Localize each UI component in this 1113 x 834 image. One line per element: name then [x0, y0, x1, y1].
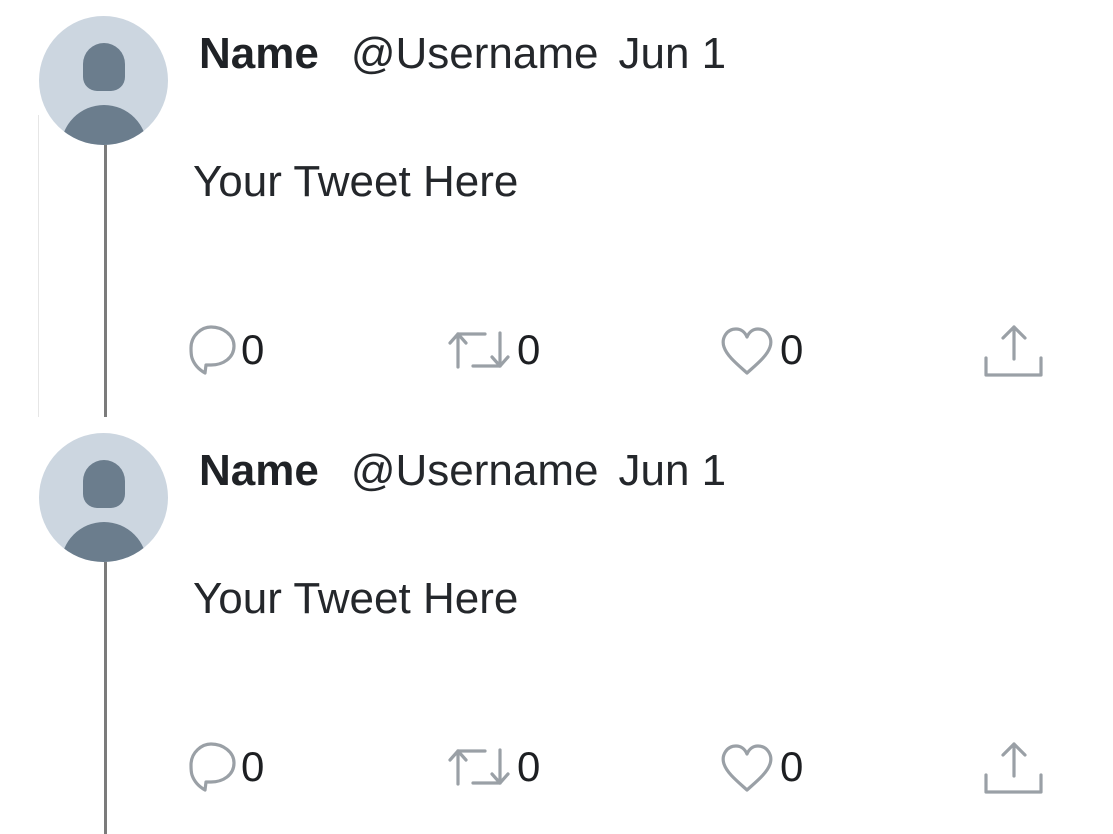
heart-icon — [716, 738, 778, 796]
share-icon — [983, 319, 1045, 381]
retweet-count: 0 — [517, 743, 541, 790]
avatar-body-icon — [61, 522, 147, 562]
avatar-head-icon — [83, 43, 125, 91]
reply-icon — [181, 321, 239, 379]
like-button[interactable]: 0 — [716, 737, 803, 797]
reply-icon — [181, 738, 239, 796]
reply-count: 0 — [241, 743, 265, 790]
retweet-count: 0 — [517, 326, 541, 373]
like-count: 0 — [780, 326, 804, 373]
retweet-button[interactable]: 0 — [443, 737, 540, 797]
retweet-icon — [443, 738, 515, 796]
reply-button[interactable]: 0 — [181, 737, 264, 797]
share-button[interactable] — [983, 320, 1045, 380]
tweet-date[interactable]: Jun 1 — [618, 29, 726, 79]
avatar[interactable] — [39, 433, 168, 562]
reply-count: 0 — [241, 326, 265, 373]
like-count: 0 — [780, 743, 804, 790]
tweet-header: Name @Username Jun 1 — [199, 28, 726, 80]
reply-button[interactable]: 0 — [181, 320, 264, 380]
avatar[interactable] — [39, 16, 168, 145]
heart-icon — [716, 321, 778, 379]
tweet-header: Name @Username Jun 1 — [199, 445, 726, 497]
like-button[interactable]: 0 — [716, 320, 803, 380]
tweet-card[interactable]: Name @Username Jun 1 Your Tweet Here 0 0 — [0, 417, 1113, 834]
display-name[interactable]: Name — [199, 446, 319, 496]
retweet-button[interactable]: 0 — [443, 320, 540, 380]
share-button[interactable] — [983, 737, 1045, 797]
username[interactable]: @Username — [351, 446, 599, 496]
avatar-head-icon — [83, 460, 125, 508]
retweet-icon — [443, 321, 515, 379]
thread-connector-line — [104, 560, 107, 834]
tweet-text: Your Tweet Here — [193, 574, 519, 623]
tweet-date[interactable]: Jun 1 — [618, 446, 726, 496]
thread-connector-line — [104, 143, 107, 417]
tweet-card[interactable]: Name @Username Jun 1 Your Tweet Here 0 0 — [0, 0, 1113, 417]
avatar-body-icon — [61, 105, 147, 145]
username[interactable]: @Username — [351, 29, 599, 79]
display-name[interactable]: Name — [199, 29, 319, 79]
share-icon — [983, 736, 1045, 798]
tweet-text: Your Tweet Here — [193, 157, 519, 206]
